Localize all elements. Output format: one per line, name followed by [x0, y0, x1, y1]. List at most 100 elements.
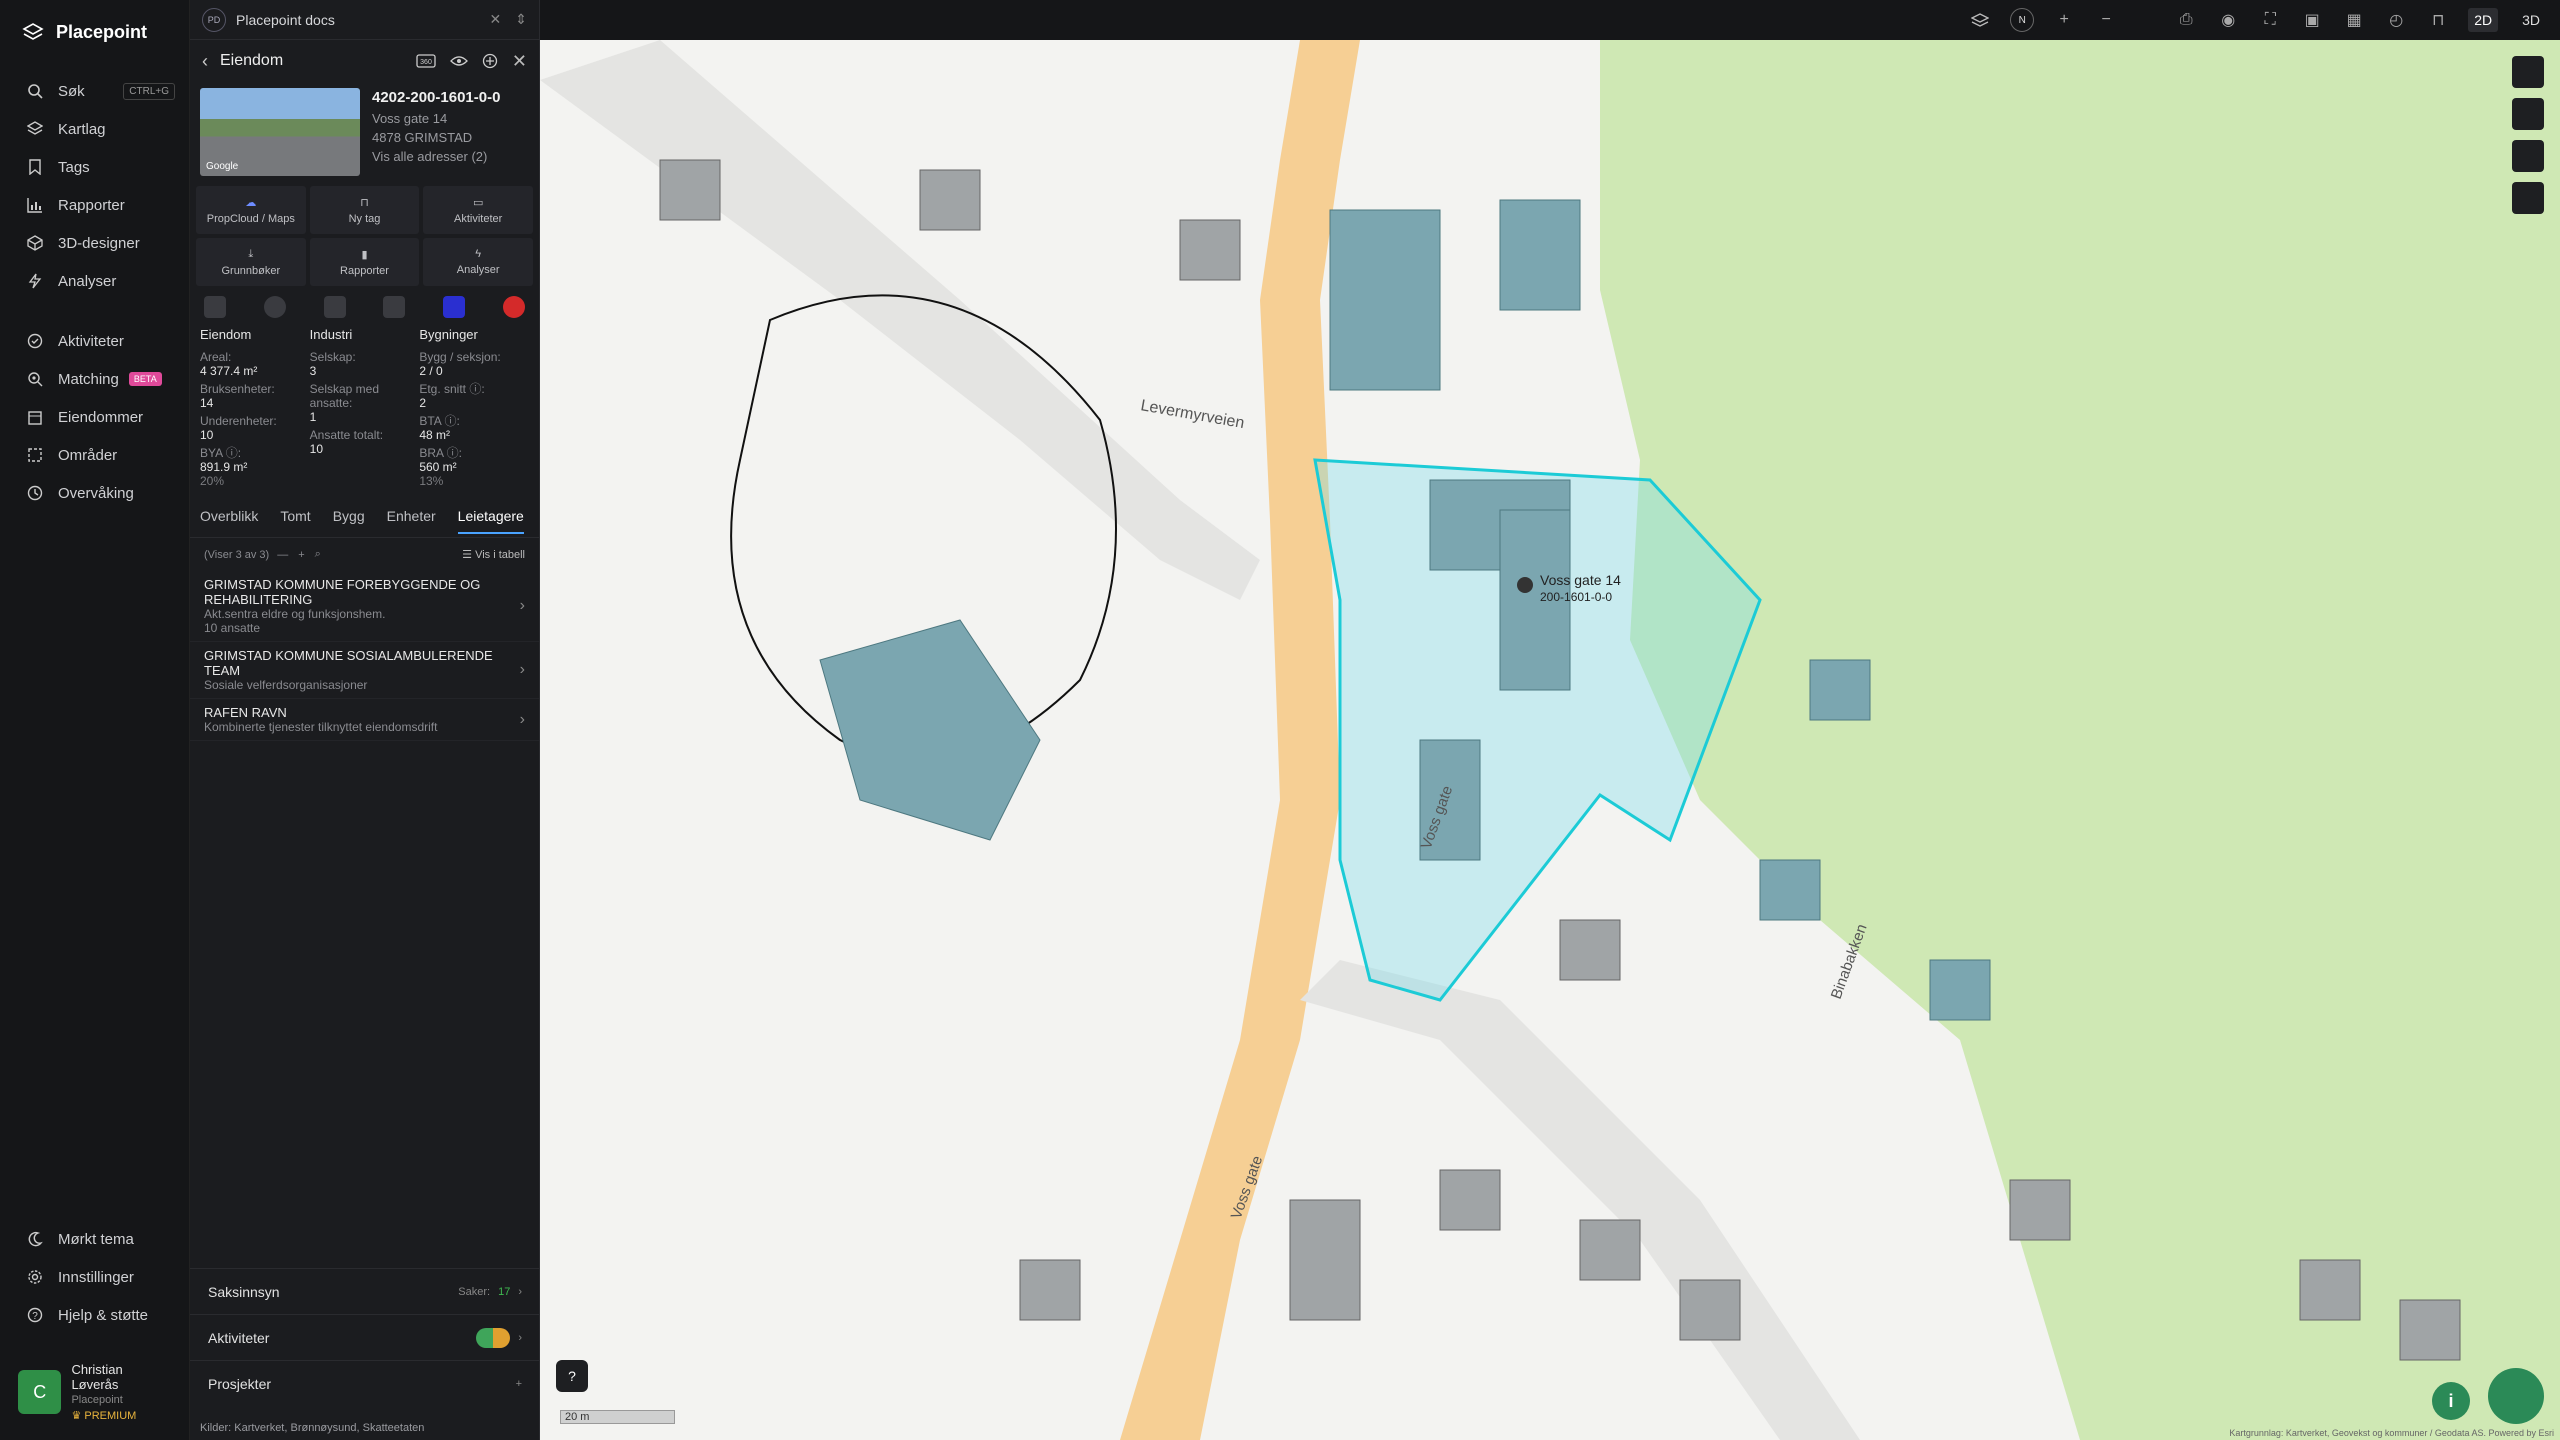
brand[interactable]: Placepoint	[0, 0, 189, 64]
grid-icon[interactable]: ▦	[2342, 8, 2366, 32]
workspace-tab[interactable]: PD Placepoint docs ✕ ⇕	[190, 0, 539, 40]
energy-icon[interactable]	[502, 296, 525, 318]
nav-item-rapporter[interactable]: Rapporter	[0, 186, 189, 224]
info-button[interactable]: i	[2432, 1382, 2470, 1420]
stat-value: 1	[309, 410, 317, 424]
compass-icon[interactable]: N	[2010, 8, 2035, 32]
nav-label: Matching	[58, 370, 119, 388]
property-city: 4878 GRIMSTAD	[372, 130, 473, 145]
source-icon[interactable]	[323, 296, 346, 318]
search-icon[interactable]: ⌕	[315, 548, 321, 561]
view-2d-toggle[interactable]: 2D	[2468, 8, 2499, 32]
propcloud-button[interactable]: ☁ PropCloud / Maps	[196, 186, 306, 234]
tenant-desc: Akt.sentra eldre og funksjonshem.	[204, 607, 386, 621]
lightning-icon	[26, 272, 44, 290]
source-icon[interactable]	[204, 296, 226, 318]
add-icon[interactable]	[482, 53, 498, 69]
bookmark-icon[interactable]: ⊓	[2426, 8, 2450, 32]
tab-tomt[interactable]: Tomt	[280, 508, 310, 524]
tab-overblikk[interactable]: Overblikk	[200, 508, 258, 524]
nav-item-dark-theme[interactable]: Mørkt tema	[0, 1220, 190, 1258]
zoom-out-icon[interactable]: −	[2094, 8, 2118, 32]
road	[1300, 960, 1860, 1440]
user-profile[interactable]: C Christian Løverås Placepoint ♛ PREMIUM	[0, 1352, 190, 1440]
chart-icon[interactable]	[2512, 140, 2544, 172]
stat-value: 14	[200, 396, 214, 410]
nav-item-overvaking[interactable]: Overvåking	[0, 474, 189, 512]
street-view-icon[interactable]: 360	[416, 54, 436, 68]
analyses-button[interactable]: ϟ Analyser	[423, 238, 533, 286]
section-saksinnsyn[interactable]: Saksinnsyn Saker: 17 ›	[190, 1268, 540, 1314]
bar-chart-icon: ▮	[361, 248, 368, 261]
fullscreen-icon[interactable]: ⛶	[2258, 8, 2282, 32]
property-summary[interactable]: Google 4202-200-1601-0-0 Voss gate 14 48…	[190, 82, 539, 186]
collapse-icon[interactable]: —	[277, 549, 288, 561]
back-icon[interactable]: ‹	[202, 51, 208, 72]
globe-icon[interactable]	[2512, 56, 2544, 88]
ruler-icon[interactable]	[2512, 98, 2544, 130]
terrain-icon[interactable]	[2512, 182, 2544, 214]
new-tag-button[interactable]: ⊓ Ny tag	[309, 186, 420, 234]
building	[1179, 219, 1241, 281]
sources: Kilder: Kartverket, Brønnøysund, Skattee…	[200, 1422, 425, 1434]
source-icon[interactable]	[263, 296, 286, 318]
nav-item-search[interactable]: Søk CTRL+G	[0, 72, 189, 110]
tab-enheter[interactable]: Enheter	[387, 508, 436, 524]
view-3d-toggle[interactable]: 3D	[2516, 8, 2546, 32]
nav-item-matching[interactable]: Matching BETA	[0, 360, 189, 398]
tab-bygg[interactable]: Bygg	[333, 508, 365, 524]
tab-leietagere[interactable]: Leietagere	[457, 508, 524, 534]
nav-item-3d-designer[interactable]: 3D-designer	[0, 224, 189, 262]
zoom-in-icon[interactable]: +	[2052, 8, 2076, 32]
nav-item-kartlag[interactable]: Kartlag	[0, 110, 189, 148]
layers-icon[interactable]	[1968, 8, 1992, 32]
help-button[interactable]: ?	[556, 1360, 588, 1392]
list-item[interactable]: RAFEN RAVN Kombinerte tjenester tilknytt…	[190, 699, 539, 741]
layers-icon	[26, 120, 44, 138]
measure-icon[interactable]: ◴	[2384, 8, 2408, 32]
stat-value: 2	[419, 396, 427, 410]
section-prosjekter[interactable]: Prosjekter +	[190, 1360, 540, 1406]
view-table-button[interactable]: ☰ Vis i tabell	[462, 548, 525, 561]
eye-icon[interactable]: ◉	[2216, 8, 2240, 32]
camera-icon[interactable]: ▣	[2300, 8, 2324, 32]
nav-item-aktiviteter[interactable]: Aktiviteter	[0, 322, 189, 360]
nav-item-analyser[interactable]: Analyser	[0, 262, 189, 300]
chevron-right-icon: ›	[519, 710, 525, 728]
nav-bottom: Mørkt tema Innstillinger ? Hjelp & støtt…	[0, 1220, 190, 1440]
expand-icon[interactable]: +	[298, 549, 304, 561]
activities-button[interactable]: ▭ Aktiviteter	[423, 186, 533, 234]
section-aktiviteter[interactable]: Aktiviteter ›	[190, 1314, 540, 1360]
map-canvas[interactable]: Voss gate 14 200-1601-0-0 Levermyrveien …	[540, 40, 2560, 1440]
list-item[interactable]: GRIMSTAD KOMMUNE FOREBYGGENDE OG REHABIL…	[190, 571, 539, 642]
close-panel-icon[interactable]: ✕	[512, 51, 527, 72]
show-all-addresses-link[interactable]: Vis alle adresser (2)	[372, 147, 500, 166]
nav-label: Tags	[58, 158, 90, 176]
nav-label: Eiendommer	[58, 408, 144, 426]
land-registry-button[interactable]: ⤓ Grunnbøker	[196, 238, 306, 286]
street-view-thumbnail[interactable]: Google	[200, 88, 360, 176]
stats-heading: Bygninger	[419, 327, 478, 342]
plus-icon[interactable]: +	[516, 1378, 522, 1390]
svg-text:360: 360	[420, 59, 432, 66]
tek-icon[interactable]	[443, 296, 466, 318]
nav-item-omrader[interactable]: Områder	[0, 436, 189, 474]
reports-button[interactable]: ▮ Rapporter	[309, 238, 420, 286]
crown-icon: ♛	[71, 1410, 85, 1422]
list-item[interactable]: GRIMSTAD KOMMUNE SOSIALAMBULERENDE TEAM …	[190, 642, 539, 699]
map-svg[interactable]: Voss gate 14 200-1601-0-0 Levermyrveien …	[540, 40, 2560, 1440]
eye-icon[interactable]	[449, 55, 468, 67]
chevron-updown-icon[interactable]: ⇕	[515, 11, 527, 28]
nav-item-eiendommer[interactable]: Eiendommer	[0, 398, 189, 436]
moon-icon	[26, 1230, 44, 1248]
print-icon[interactable]: ⎙	[2174, 8, 2198, 32]
chat-button[interactable]	[2488, 1368, 2544, 1424]
nav-label: Aktiviteter	[58, 332, 124, 350]
nav-item-tags[interactable]: Tags	[0, 148, 189, 186]
nav-item-help[interactable]: ? Hjelp & støtte	[0, 1296, 190, 1334]
action-grid: ☁ PropCloud / Maps ⊓ Ny tag ▭ Aktiviteter ⤓…	[190, 186, 539, 286]
close-icon[interactable]: ✕	[490, 11, 502, 28]
source-icon[interactable]	[383, 296, 406, 318]
nav-item-settings[interactable]: Innstillinger	[0, 1258, 190, 1296]
list-count: (Viser 3 av 3)	[204, 548, 270, 561]
